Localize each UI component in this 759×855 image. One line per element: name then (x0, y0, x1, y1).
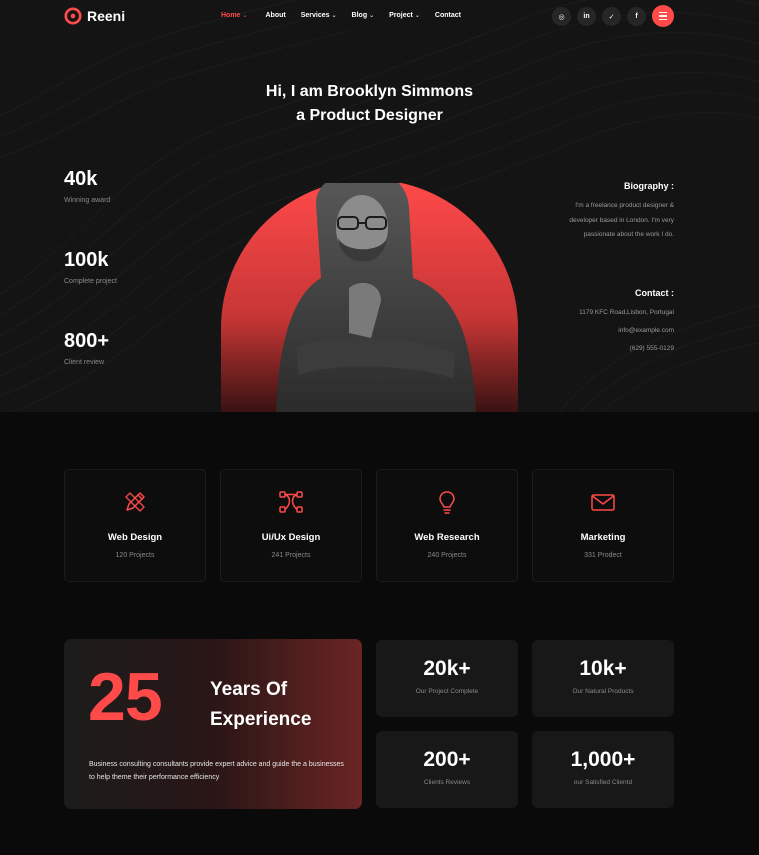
service-card-uiux-design[interactable]: Ui/Ux Design 241 Projects (220, 469, 362, 582)
experience-title: Years Of Experience (210, 675, 311, 735)
linkedin-icon[interactable]: in (577, 7, 596, 26)
envelope-icon (591, 494, 615, 511)
logo-icon (64, 7, 82, 25)
menu-bar-icon (659, 18, 667, 21)
designer-portrait (221, 183, 518, 412)
counter-label: our Satisfied Clientd (573, 779, 633, 786)
headline-line-1: Hi, I am Brooklyn Simmons (265, 83, 474, 100)
nav-item-contact[interactable]: Contact (435, 12, 461, 19)
menu-bar-icon (659, 15, 667, 17)
headline-line-2: a Product Designer (296, 107, 443, 124)
biography-text: I'm a freelance product designer & devel… (530, 199, 674, 243)
chevron-down-icon: ⌄ (331, 13, 337, 19)
social-links: ◎ in ✓ f (552, 7, 646, 26)
service-subtitle: 240 Projects (427, 552, 467, 559)
experience-description: Business consulting consultants provide … (89, 761, 344, 781)
stat-complete-project: 100k Complete project (64, 249, 184, 285)
nav-label-about: About (265, 12, 286, 19)
hero-section: Reeni Home ⌄ About Services ⌄ Blog ⌄ Pro… (0, 0, 759, 412)
stat-client-review: 800+ Client review (64, 330, 184, 366)
service-subtitle: 241 Projects (271, 552, 311, 559)
service-card-web-design[interactable]: Web Design 120 Projects (64, 469, 206, 582)
counter-card-projects: 20k+ Our Project Complete (376, 640, 518, 717)
service-title: Web Design (107, 532, 163, 543)
service-subtitle: 331 Prodect (584, 552, 622, 559)
biography-title: Biography : (623, 181, 674, 191)
nav-label-project: Project (389, 12, 413, 19)
pen-ruler-icon (125, 492, 145, 512)
counter-label: Our Natural Products (572, 688, 634, 695)
chevron-down-icon: ⌄ (369, 13, 375, 19)
hamburger-menu-button[interactable] (652, 5, 674, 27)
experience-years-number: 25 (88, 659, 163, 735)
biography-line: developer based in London. I'm very (569, 216, 674, 224)
service-subtitle: 120 Projects (115, 552, 155, 559)
facebook-icon[interactable]: f (627, 7, 646, 26)
counter-value: 10k+ (579, 657, 627, 680)
services-section: Web Design 120 Projects Ui/Ux Design 241… (64, 469, 674, 582)
hero-headline: Hi, I am Brooklyn Simmons a Product Desi… (0, 80, 739, 128)
service-card-marketing[interactable]: Marketing 331 Prodect (532, 469, 674, 582)
experience-title-line-2: Experience (210, 709, 312, 730)
counter-card-reviews: 200+ Clients Reviews (376, 731, 518, 808)
nav-item-home[interactable]: Home ⌄ (221, 12, 247, 19)
nav-item-about[interactable]: About (265, 12, 285, 19)
service-title: Marketing (580, 532, 626, 543)
counter-label: Clients Reviews (423, 779, 471, 786)
service-title: Web Research (414, 532, 480, 543)
brand-name: Reeni (87, 8, 126, 24)
instagram-icon[interactable]: ◎ (552, 7, 571, 26)
stat-winning-award: 40k Winning award (64, 168, 184, 204)
experience-title-line-1: Years Of (210, 679, 288, 700)
stat-value: 40k (64, 168, 98, 190)
counter-card-products: 10k+ Our Natural Products (532, 640, 674, 717)
nav-item-project[interactable]: Project ⌄ (389, 12, 420, 19)
twitter-icon[interactable]: ✓ (602, 7, 621, 26)
contact-address: 1179 KFC Road,Lisbon, Portugal (579, 309, 674, 316)
stat-label: Complete project (64, 278, 117, 285)
stat-label: Winning award (64, 197, 111, 204)
stat-value: 800+ (64, 330, 110, 352)
experience-card: 25 Years Of Experience Business consulti… (64, 639, 362, 809)
nav-label-home: Home (221, 12, 241, 19)
service-title: Ui/Ux Design (261, 532, 321, 543)
biography-block: Biography : I'm a freelance product desi… (530, 181, 674, 243)
contact-phone[interactable]: (629) 555-0129 (530, 340, 674, 358)
biography-line: passionate about the work I do. (583, 231, 674, 238)
brand-logo[interactable]: Reeni (64, 7, 125, 25)
nav-item-services[interactable]: Services ⌄ (301, 12, 337, 19)
counter-value: 200+ (423, 748, 471, 771)
menu-bar-icon (659, 11, 667, 14)
counter-card-clients: 1,000+ our Satisfied Clientd (532, 731, 674, 808)
nav-label-blog: Blog (351, 12, 368, 19)
top-navbar: Reeni Home ⌄ About Services ⌄ Blog ⌄ Pro… (0, 0, 759, 34)
biography-line: I'm a freelance product designer & (575, 202, 674, 209)
lightbulb-icon (439, 491, 455, 514)
nav-label-contact: Contact (434, 12, 461, 19)
contact-block: Contact : 1179 KFC Road,Lisbon, Portugal… (530, 288, 674, 358)
contact-title: Contact : (635, 288, 674, 298)
main-menu: Home ⌄ About Services ⌄ Blog ⌄ Project ⌄… (221, 12, 461, 19)
service-card-web-research[interactable]: Web Research 240 Projects (376, 469, 518, 582)
contact-email[interactable]: info@example.com (530, 322, 674, 340)
counter-label: Our Project Complete (415, 688, 479, 695)
chevron-down-icon: ⌄ (242, 13, 248, 19)
vector-nodes-icon (279, 491, 303, 513)
stat-value: 100k (64, 249, 109, 271)
chevron-down-icon: ⌄ (414, 13, 420, 19)
nav-label-services: Services (300, 12, 330, 19)
counter-value: 1,000+ (570, 748, 636, 771)
nav-item-blog[interactable]: Blog ⌄ (352, 12, 375, 19)
counter-value: 20k+ (423, 657, 471, 680)
stat-label: Client review (64, 359, 105, 366)
